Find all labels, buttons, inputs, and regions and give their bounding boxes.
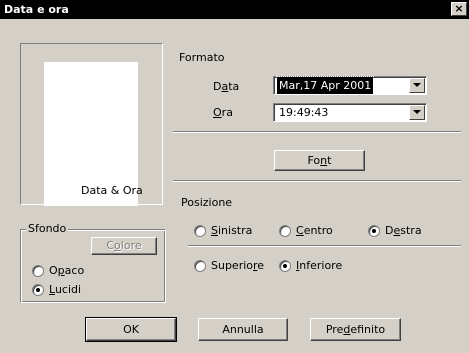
divider <box>173 131 461 133</box>
title-bar: Data e ora <box>0 0 469 19</box>
sinistra-post: inistra <box>217 224 253 237</box>
data-post: ta <box>228 80 240 93</box>
centro-post: entro <box>303 224 333 237</box>
font-button[interactable]: Font <box>274 150 365 171</box>
colore-label-post: lore <box>120 239 142 252</box>
radio-inferiore[interactable] <box>279 260 291 272</box>
data-value: Mar,17 Apr 2001 <box>275 76 375 95</box>
chevron-down-icon[interactable] <box>409 78 425 93</box>
opaco-key: p <box>57 264 65 277</box>
ora-label: Ora <box>213 106 233 119</box>
label-sinistra: Sinistra <box>211 224 252 237</box>
label-centro: Centro <box>296 224 333 237</box>
label-lucidi: Lucidi <box>49 283 81 296</box>
data-select[interactable]: Mar,17 Apr 2001 <box>273 76 427 95</box>
posizione-label: Posizione <box>181 196 233 209</box>
ok-button[interactable]: OK <box>85 317 177 342</box>
predefinito-button[interactable]: Predefinito <box>310 318 401 341</box>
superiore-pre: Superio <box>211 259 254 272</box>
radio-sinistra[interactable] <box>194 225 206 237</box>
divider <box>188 245 461 247</box>
ora-post: ra <box>221 106 233 119</box>
predefinito-post: efinito <box>350 323 386 336</box>
radio-dot <box>372 229 376 233</box>
sfondo-legend: Sfondo <box>26 222 69 235</box>
centro-key: C <box>296 224 304 237</box>
ora-value: 19:49:43 <box>279 106 329 119</box>
lucidi-post: ucidi <box>54 283 82 296</box>
label-opaco: Opaco <box>49 264 84 277</box>
label-inferiore: Inferiore <box>296 259 342 272</box>
radio-dot <box>283 264 287 268</box>
ora-key: O <box>213 106 222 119</box>
superiore-post: e <box>257 259 265 272</box>
close-icon: × <box>454 2 464 15</box>
annulla-button[interactable]: Annulla <box>198 318 288 341</box>
chevron-down-icon[interactable] <box>409 105 425 120</box>
radio-destra[interactable] <box>368 225 380 237</box>
window-title: Data e ora <box>4 3 69 16</box>
data-label: Data <box>213 80 239 93</box>
colore-label-pre: C <box>106 239 115 252</box>
label-destra: Destra <box>385 224 422 237</box>
ora-select[interactable]: 19:49:43 <box>273 103 427 122</box>
font-pre: Fo <box>307 154 321 167</box>
inferiore-post: nferiore <box>299 259 343 272</box>
preview-panel: Data & Ora <box>20 43 163 206</box>
opaco-pre: O <box>49 264 58 277</box>
close-button[interactable]: × <box>451 2 467 16</box>
formato-label: Formato <box>179 51 225 64</box>
colore-button[interactable]: Colore <box>91 237 157 255</box>
destra-post: stra <box>400 224 422 237</box>
font-post: t <box>327 154 332 167</box>
radio-superiore[interactable] <box>194 260 206 272</box>
predefinito-pre: Pre <box>325 323 344 336</box>
radio-opaco[interactable] <box>32 265 44 277</box>
radio-centro[interactable] <box>279 225 291 237</box>
radio-dot <box>36 288 40 292</box>
colore-label-key: o <box>114 239 121 252</box>
radio-lucidi[interactable] <box>32 284 44 296</box>
label-superiore: Superiore <box>211 259 264 272</box>
opaco-post: aco <box>64 264 85 277</box>
divider <box>173 180 461 182</box>
sinistra-key: S <box>211 224 218 237</box>
preview-label: Data & Ora <box>81 184 143 197</box>
